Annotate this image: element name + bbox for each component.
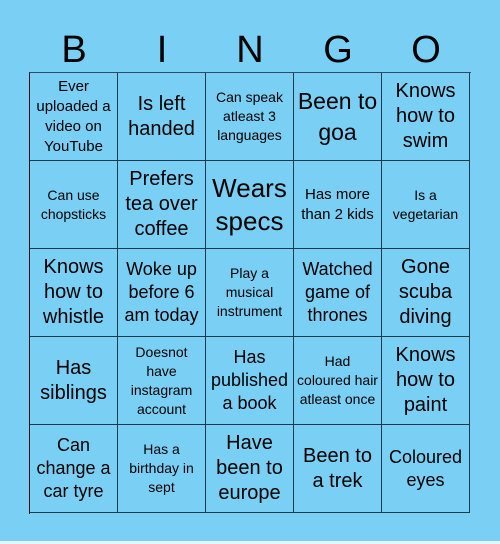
cell-text: Can change a car tyre (36, 435, 111, 501)
cell-text: Have been to europe (216, 432, 283, 504)
header-letter-i: I (156, 29, 168, 71)
cell-text: Ever uploaded a video on YouTube (36, 77, 111, 155)
cell-text: Is a vegetarian (392, 186, 459, 222)
bingo-cell[interactable]: Has a birthday in sept (118, 425, 206, 513)
bingo-cell[interactable]: Has siblings (30, 337, 118, 425)
cell-text: Is left handed (128, 92, 195, 140)
header-letter-g: G (323, 29, 353, 71)
cell-text: Woke up before 6 am today (124, 259, 199, 325)
bingo-cell[interactable]: Can use chopsticks (30, 161, 118, 249)
cell-text: Prefers tea over coffee (125, 168, 198, 240)
bingo-cell[interactable]: Wears specs (206, 161, 294, 249)
bingo-cell[interactable]: Gone scuba diving (382, 249, 470, 337)
bingo-cell[interactable]: Ever uploaded a video on YouTube (30, 73, 118, 161)
bingo-cell[interactable]: Coloured eyes (382, 425, 470, 513)
bingo-cell[interactable]: Prefers tea over coffee (118, 161, 206, 249)
bingo-cell[interactable]: Knows how to whistle (30, 249, 118, 337)
cell-text: Has a birthday in sept (129, 441, 194, 495)
cell-text: Knows how to paint (395, 344, 456, 416)
bingo-cell[interactable]: Has published a book (206, 337, 294, 425)
cell-text: Wears specs (212, 172, 287, 236)
bingo-cell[interactable]: Can change a car tyre (30, 425, 118, 513)
bingo-cell[interactable]: Doesnot have instagram account (118, 337, 206, 425)
header-letter-n: N (236, 29, 264, 71)
bingo-cell[interactable]: Can speak atleast 3 languages (206, 73, 294, 161)
cell-text: Can speak atleast 3 languages (216, 89, 283, 143)
cell-text: Doesnot have instagram account (130, 343, 193, 417)
cell-text: Play a musical instrument (216, 265, 283, 319)
cell-text: Has published a book (210, 347, 289, 413)
bingo-cell[interactable]: Been to goa (294, 73, 382, 161)
bingo-grid: Ever uploaded a video on YouTube Is left… (29, 72, 471, 514)
bingo-cell[interactable]: Watched game of thrones (294, 249, 382, 337)
cell-text: Has siblings (40, 356, 107, 404)
cell-text: Watched game of thrones (302, 259, 373, 325)
cell-text: Has more than 2 kids (301, 185, 374, 223)
bingo-header: B I N G O (30, 28, 470, 72)
bingo-cell[interactable]: Knows how to paint (382, 337, 470, 425)
bingo-cell[interactable]: Is a vegetarian (382, 161, 470, 249)
bingo-cell[interactable]: Is left handed (118, 73, 206, 161)
cell-text: Been to goa (297, 87, 378, 145)
cell-text: Gone scuba diving (398, 256, 453, 328)
bingo-cell[interactable]: Has more than 2 kids (294, 161, 382, 249)
bingo-cell[interactable]: Play a musical instrument (206, 249, 294, 337)
bingo-cell[interactable]: Knows how to swim (382, 73, 470, 161)
bingo-cell[interactable]: Had coloured hair atleast once (294, 337, 382, 425)
header-letter-o: O (411, 29, 441, 71)
cell-text: Knows how to swim (395, 80, 456, 152)
cell-text: Coloured eyes (388, 446, 463, 490)
cell-text: Had coloured hair atleast once (297, 353, 378, 407)
cell-text: Been to a trek (303, 444, 372, 492)
bingo-cell[interactable]: Been to a trek (294, 425, 382, 513)
cell-text: Can use chopsticks (40, 186, 107, 222)
bingo-cell[interactable]: Have been to europe (206, 425, 294, 513)
header-letter-b: B (61, 29, 87, 71)
bingo-cell[interactable]: Woke up before 6 am today (118, 249, 206, 337)
cell-text: Knows how to whistle (42, 256, 105, 328)
